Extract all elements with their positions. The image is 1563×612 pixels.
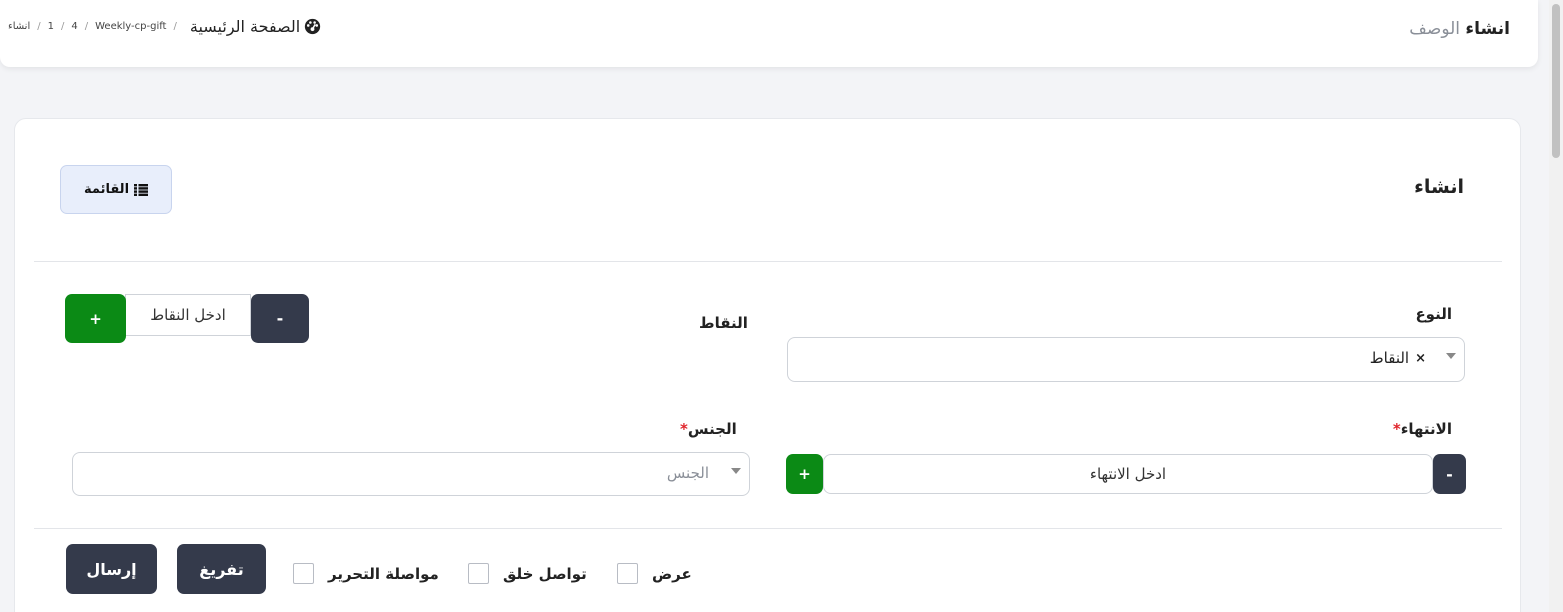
type-label: النوع xyxy=(1415,305,1452,323)
breadcrumb-item-create[interactable]: انشاء xyxy=(8,21,30,32)
page-subtitle: الوصف xyxy=(1409,19,1460,39)
end-label-text: الانتهاء xyxy=(1400,420,1452,438)
required-mark: * xyxy=(1392,420,1401,438)
type-select[interactable]: × النقاط xyxy=(787,337,1465,382)
chevron-down-icon xyxy=(1446,353,1456,359)
continue-creating-checkbox[interactable] xyxy=(468,563,489,584)
breadcrumb-item-1[interactable]: 1 xyxy=(48,21,54,32)
list-button-label: القائمة xyxy=(83,182,130,197)
breadcrumb-item-4[interactable]: 4 xyxy=(71,21,77,32)
gender-label-text: الجنس xyxy=(687,420,737,438)
continue-editing-option[interactable]: مواصلة التحرير xyxy=(293,563,439,584)
divider xyxy=(34,528,1502,529)
points-label: النقاط xyxy=(699,314,748,332)
page-title: انشاء xyxy=(1465,19,1510,39)
top-header: انشاء / 1 / 4 / Weekly-cp-gift / الصفحة … xyxy=(0,0,1538,67)
dashboard-icon xyxy=(305,18,321,35)
chevron-down-icon xyxy=(731,468,741,474)
end-decrement-button[interactable]: - xyxy=(1433,454,1466,494)
remove-icon[interactable]: × xyxy=(1415,351,1426,366)
list-icon xyxy=(134,183,149,196)
points-decrement-button[interactable]: - xyxy=(251,294,309,343)
continue-creating-option[interactable]: تواصل خلق xyxy=(468,563,587,584)
view-checkbox[interactable] xyxy=(617,563,638,584)
view-label: عرض xyxy=(652,564,692,583)
view-option[interactable]: عرض xyxy=(617,563,692,584)
breadcrumb-item-weekly-cp-gift[interactable]: Weekly-cp-gift xyxy=(95,21,166,32)
continue-editing-checkbox[interactable] xyxy=(293,563,314,584)
end-input[interactable]: ادخل الانتهاء xyxy=(823,454,1433,494)
breadcrumb: انشاء / 1 / 4 / Weekly-cp-gift / الصفحة … xyxy=(8,17,321,36)
breadcrumb-home-label: الصفحة الرئيسية xyxy=(189,17,301,36)
divider xyxy=(34,261,1502,262)
type-selected-chip: × النقاط xyxy=(1370,349,1426,367)
gender-select[interactable]: الجنس xyxy=(72,452,750,496)
points-input[interactable]: ادخل النقاط xyxy=(125,294,251,336)
scrollbar-thumb[interactable] xyxy=(1552,4,1560,158)
type-selected-value: النقاط xyxy=(1369,349,1410,367)
page-heading: انشاء الوصف xyxy=(1409,19,1510,39)
breadcrumb-home[interactable]: الصفحة الرئيسية xyxy=(190,17,321,36)
breadcrumb-separator: / xyxy=(173,21,177,32)
breadcrumb-separator: / xyxy=(60,21,65,32)
card-title: انشاء xyxy=(1414,176,1464,198)
points-increment-button[interactable]: + xyxy=(65,294,126,343)
continue-editing-label: مواصلة التحرير xyxy=(328,564,439,583)
create-form-card: انشاء القائمة النوع × النقاط النقاط - اد… xyxy=(14,118,1521,612)
breadcrumb-separator: / xyxy=(37,21,41,32)
required-mark: * xyxy=(680,420,688,438)
breadcrumb-separator: / xyxy=(84,21,89,32)
end-increment-button[interactable]: + xyxy=(786,454,823,494)
gender-label: *الجنس xyxy=(680,420,737,438)
end-label: *الانتهاء xyxy=(1393,420,1452,438)
gender-placeholder: الجنس xyxy=(666,464,709,482)
clear-button[interactable]: تفريغ xyxy=(177,544,266,594)
continue-creating-label: تواصل خلق xyxy=(503,564,587,583)
submit-button[interactable]: إرسال xyxy=(66,544,157,594)
list-button[interactable]: القائمة xyxy=(60,165,172,214)
page-scrollbar[interactable] xyxy=(1549,0,1563,612)
